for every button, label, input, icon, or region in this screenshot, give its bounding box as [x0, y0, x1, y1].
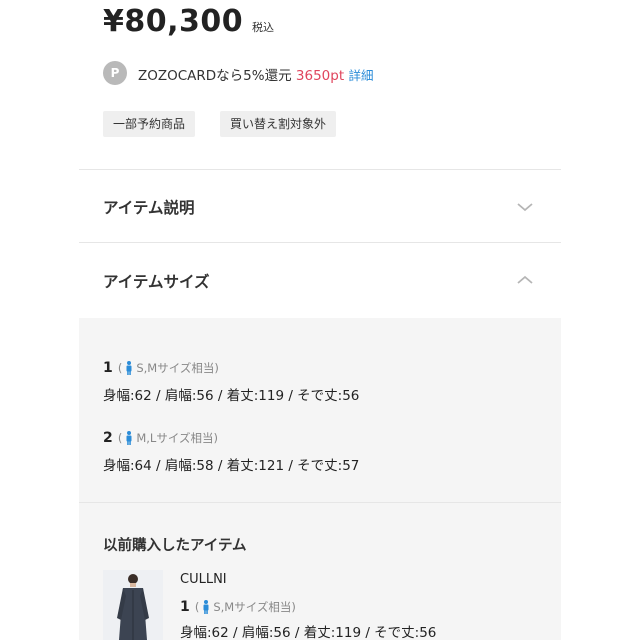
points-value: 3650pt	[295, 68, 345, 84]
section-item-size[interactable]: アイテムサイズ	[79, 243, 561, 318]
zozocard-text: ZOZOCARDなら5%還元	[138, 68, 292, 84]
size-number: 1	[103, 360, 113, 376]
previous-item-brand: CULLNI	[180, 572, 227, 587]
tag-preorder: 一部予約商品	[103, 111, 196, 137]
previous-item-size: 1 (S,Mサイズ相当)	[180, 596, 296, 616]
size-row: 2 (M,Lサイズ相当)	[103, 427, 218, 447]
section-title-description: アイテム説明	[103, 199, 195, 217]
coat-model-image	[103, 570, 163, 640]
person-icon	[203, 599, 209, 614]
person-icon	[126, 360, 132, 375]
size-measurements: 身幅:64 / 肩幅:58 / 着丈:121 / そで丈:57	[103, 458, 360, 474]
size-equivalent: (M,Lサイズ相当)	[117, 430, 218, 445]
section-title-size: アイテムサイズ	[103, 273, 210, 291]
chevron-up-icon	[517, 275, 533, 284]
tax-label: 税込	[252, 21, 274, 34]
size-equivalent: (S,Mサイズ相当)	[194, 599, 296, 614]
size-number: 1	[180, 599, 190, 615]
price: ¥80,300	[103, 4, 244, 39]
points-icon: P	[103, 61, 127, 85]
previous-item-thumbnail[interactable]	[103, 570, 163, 640]
size-measurements: 身幅:62 / 肩幅:56 / 着丈:119 / そで丈:56	[103, 388, 360, 404]
size-row: 1 (S,Mサイズ相当)	[103, 357, 219, 377]
previous-purchase-title: 以前購入したアイテム	[103, 538, 247, 554]
size-equivalent: (S,Mサイズ相当)	[117, 360, 219, 375]
tag-tradein: 買い替え割対象外	[220, 111, 337, 137]
size-number: 2	[103, 430, 113, 446]
person-icon	[126, 430, 132, 445]
zozocard-points-line: ZOZOCARDなら5%還元 3650pt 詳細	[138, 64, 373, 84]
chevron-down-icon	[517, 203, 533, 212]
previous-item-measurements: 身幅:62 / 肩幅:56 / 着丈:119 / そで丈:56	[180, 625, 437, 641]
points-detail-link[interactable]: 詳細	[348, 68, 373, 83]
divider	[79, 502, 561, 503]
section-item-description[interactable]: アイテム説明	[79, 170, 561, 242]
